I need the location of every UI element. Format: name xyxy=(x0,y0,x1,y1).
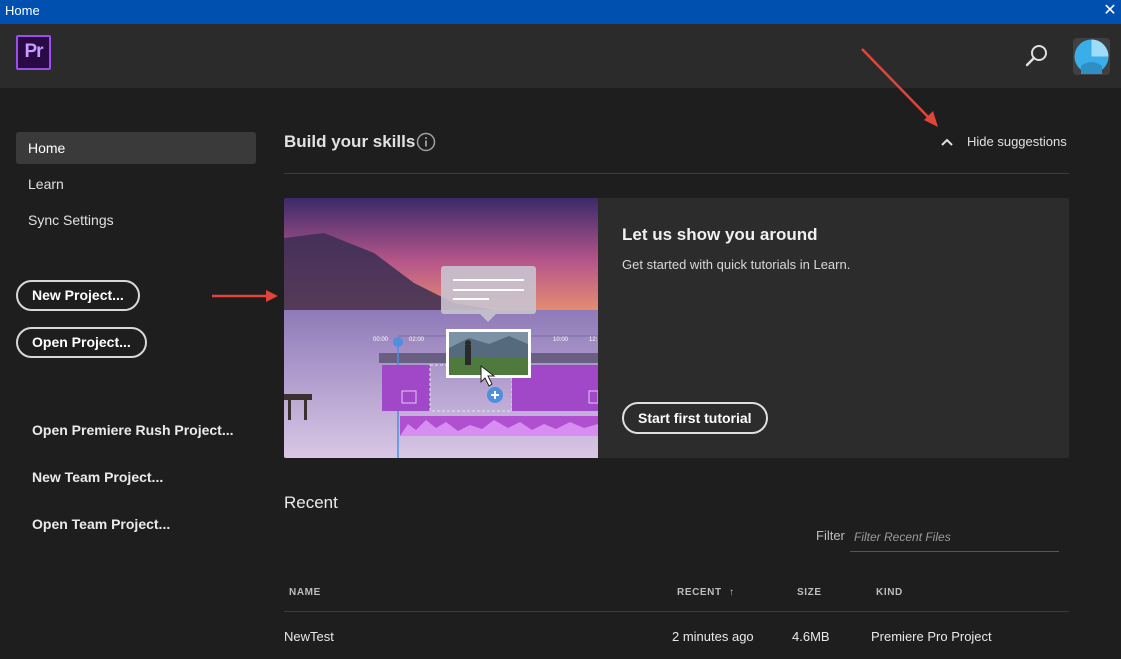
card-title: Let us show you around xyxy=(622,225,818,244)
timeline-label: 00:00 xyxy=(373,337,389,343)
column-header-recent[interactable]: RECENT xyxy=(677,587,722,598)
section-divider xyxy=(284,173,1069,174)
sidebar-item-learn[interactable]: Learn xyxy=(16,168,256,200)
app-header: Pr xyxy=(0,24,1121,88)
new-project-button[interactable]: New Project... xyxy=(16,280,140,311)
chevron-up-icon xyxy=(941,138,953,146)
search-icon[interactable] xyxy=(1024,43,1050,69)
recent-title: Recent xyxy=(284,493,338,512)
sidebar-item-home[interactable]: Home xyxy=(16,132,256,164)
row-kind: Premiere Pro Project xyxy=(871,629,992,644)
tutorial-card: 00:00 02:00 10:00 12: Let us show you ar… xyxy=(284,198,1069,458)
sort-arrow-icon[interactable]: ↑ xyxy=(729,587,735,598)
row-size: 4.6MB xyxy=(792,629,830,644)
timeline-label: 02:00 xyxy=(409,337,425,343)
row-recent: 2 minutes ago xyxy=(672,629,754,644)
premiere-logo: Pr xyxy=(16,35,51,70)
open-project-button[interactable]: Open Project... xyxy=(16,327,147,358)
main-content: Build your skills Hide suggestions 00:00… xyxy=(284,88,1069,659)
filter-input[interactable] xyxy=(850,522,1059,552)
tutorial-illustration: 00:00 02:00 10:00 12: xyxy=(284,198,598,458)
info-icon[interactable] xyxy=(416,132,436,152)
section-title: Build your skills xyxy=(284,132,416,151)
user-avatar[interactable] xyxy=(1073,38,1110,75)
column-header-size[interactable]: SIZE xyxy=(797,587,822,598)
card-description: Get started with quick tutorials in Lear… xyxy=(622,257,851,272)
open-team-project-link[interactable]: Open Team Project... xyxy=(32,516,170,532)
column-header-kind[interactable]: KIND xyxy=(876,587,903,598)
row-name[interactable]: NewTest xyxy=(284,629,334,644)
window-title: Home xyxy=(5,3,40,18)
sidebar: Home Learn Sync Settings New Project... … xyxy=(0,88,270,659)
sidebar-item-sync-settings[interactable]: Sync Settings xyxy=(16,204,256,236)
open-rush-project-link[interactable]: Open Premiere Rush Project... xyxy=(32,422,234,438)
close-icon[interactable]: ✕ xyxy=(1099,0,1121,24)
table-header-divider xyxy=(284,611,1069,612)
timeline-label: 10:00 xyxy=(553,337,569,343)
new-team-project-link[interactable]: New Team Project... xyxy=(32,469,163,485)
timeline-label: 12: xyxy=(589,337,598,343)
start-tutorial-button[interactable]: Start first tutorial xyxy=(622,402,768,434)
column-header-name[interactable]: NAME xyxy=(289,587,321,598)
hide-suggestions-label: Hide suggestions xyxy=(967,134,1067,149)
window-titlebar: Home ✕ xyxy=(0,0,1121,24)
filter-label: Filter xyxy=(816,528,845,543)
